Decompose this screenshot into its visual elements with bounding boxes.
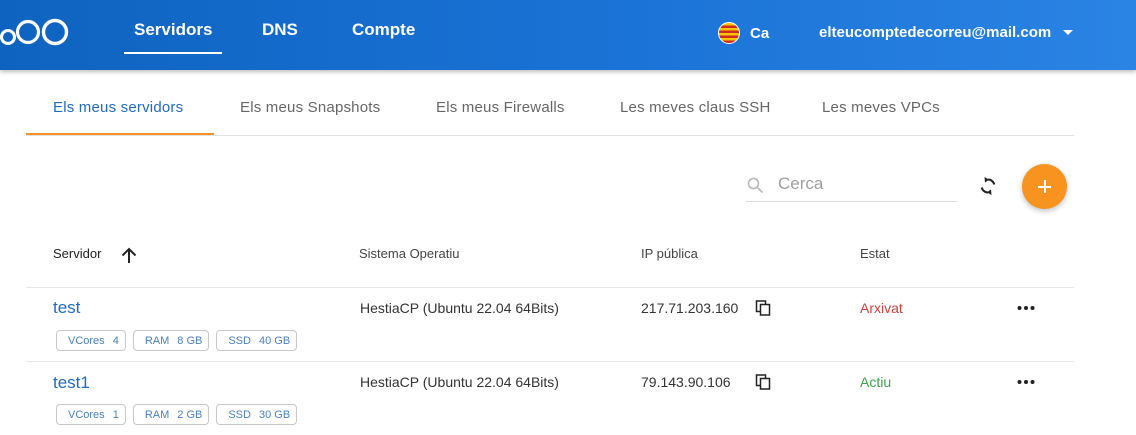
search-box — [746, 168, 957, 202]
tab-my-servers[interactable]: Els meus servidors — [53, 99, 183, 116]
spec-chip-ssd: SSD 30 GB — [216, 404, 298, 425]
chevron-down-icon — [1063, 29, 1074, 35]
search-input[interactable] — [778, 172, 953, 196]
status-badge: Actiu — [860, 374, 892, 390]
sort-arrow-up-icon[interactable] — [119, 245, 139, 265]
column-header-server[interactable]: Servidor — [53, 246, 101, 261]
spec-value: 2 GB — [177, 408, 203, 421]
spec-label: RAM — [144, 334, 170, 347]
flag-catalonia-icon — [718, 22, 740, 44]
column-header-os: Sistema Operatiu — [359, 246, 460, 261]
spec-chip-ram: RAM 8 GB — [132, 330, 210, 351]
row-divider — [26, 361, 1074, 362]
server-ip: 79.143.90.106 — [641, 374, 731, 390]
column-header-status: Estat — [860, 246, 890, 261]
account-menu[interactable]: elteucomptedecorreu@mail.com — [819, 22, 1074, 42]
topnav-account[interactable]: Compte — [352, 20, 415, 44]
server-ip: 217.71.203.160 — [641, 300, 739, 316]
active-tab-indicator — [26, 133, 214, 135]
top-bar: Servidors DNS Compte Ca elteucomptedecor… — [0, 0, 1136, 70]
spec-value: 1 — [112, 408, 119, 421]
refresh-icon[interactable] — [976, 174, 1000, 198]
account-email: elteucomptedecorreu@mail.com — [819, 23, 1052, 41]
language-selector[interactable]: Ca — [718, 22, 769, 44]
server-specs: VCores 1 RAM 2 GB SSD 30 GB — [56, 404, 298, 425]
server-os: HestiaCP (Ubuntu 22.04 64Bits) — [360, 300, 559, 316]
spec-value: 4 — [112, 334, 119, 347]
tab-my-ssh-keys[interactable]: Les meves claus SSH — [620, 99, 771, 116]
language-label: Ca — [750, 24, 770, 42]
tab-my-firewalls[interactable]: Els meus Firewalls — [436, 99, 565, 116]
spec-label: VCores — [68, 334, 105, 347]
spec-label: SSD — [228, 408, 251, 421]
spec-chip-vcores: VCores 1 — [56, 404, 126, 425]
server-name-link[interactable]: test1 — [53, 373, 90, 393]
row-divider — [26, 287, 1074, 288]
server-os: HestiaCP (Ubuntu 22.04 64Bits) — [360, 374, 559, 390]
more-horizontal-icon[interactable] — [1016, 303, 1036, 313]
spec-label: SSD — [228, 334, 251, 347]
spec-chip-ram: RAM 2 GB — [132, 404, 210, 425]
subtabs: Els meus servidors Els meus Snapshots El… — [26, 88, 1074, 136]
status-badge: Arxivat — [860, 300, 903, 316]
server-specs: VCores 4 RAM 8 GB SSD 40 GB — [56, 330, 298, 351]
topnav-servers[interactable]: Servidors — [123, 20, 223, 54]
topnav-dns[interactable]: DNS — [262, 20, 298, 44]
spec-label: VCores — [68, 408, 105, 421]
add-server-button[interactable] — [1022, 164, 1067, 209]
server-name-link[interactable]: test — [53, 298, 80, 318]
spec-value: 8 GB — [177, 334, 203, 347]
logo[interactable] — [0, 15, 72, 47]
tab-my-snapshots[interactable]: Els meus Snapshots — [240, 99, 380, 116]
copy-icon[interactable] — [755, 374, 771, 390]
spec-chip-vcores: VCores 4 — [56, 330, 126, 351]
copy-icon[interactable] — [755, 300, 771, 316]
spec-chip-ssd: SSD 40 GB — [216, 330, 298, 351]
spec-value: 30 GB — [258, 408, 291, 421]
spec-value: 40 GB — [258, 334, 291, 347]
search-icon — [747, 177, 763, 193]
spec-label: RAM — [144, 408, 170, 421]
more-horizontal-icon[interactable] — [1016, 377, 1036, 387]
column-header-ip: IP pública — [641, 246, 698, 261]
tab-my-vpcs[interactable]: Les meves VPCs — [822, 99, 940, 116]
